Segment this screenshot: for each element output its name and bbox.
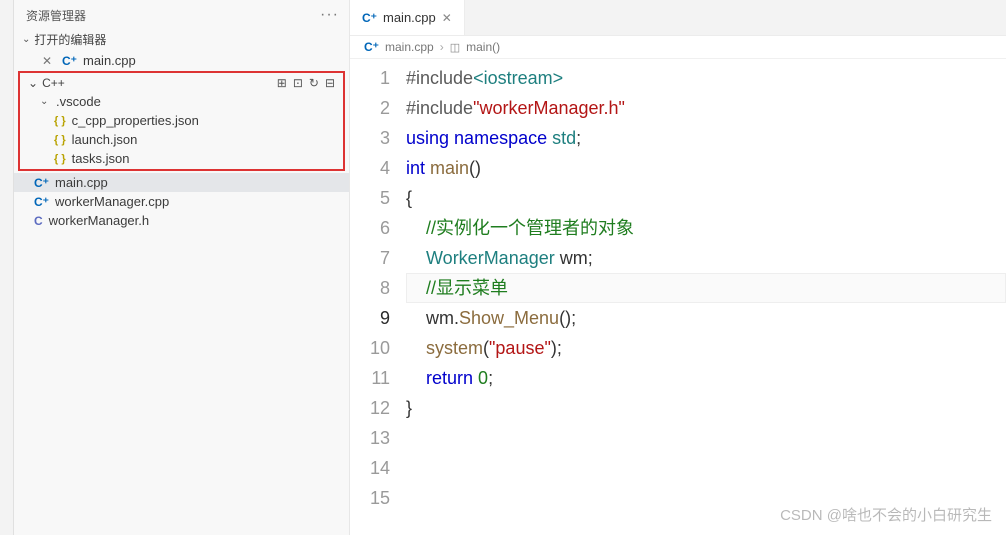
file-label: workerManager.h (49, 213, 149, 228)
tree-item[interactable]: { } c_cpp_properties.json (20, 111, 343, 130)
line-number: 5 (350, 183, 390, 213)
tab-main-cpp[interactable]: C⁺ main.cpp ✕ (350, 0, 465, 35)
cpp-icon: C⁺ (364, 40, 379, 54)
explorer-toolbar: ⊞ ⊡ ↻ ⊟ (277, 76, 335, 90)
json-icon: { } (54, 134, 66, 146)
line-number: 2 (350, 93, 390, 123)
sidebar-header: 资源管理器 ··· (14, 0, 349, 28)
line-gutter: 123456789101112131415 (350, 63, 406, 513)
activity-bar[interactable] (0, 0, 14, 535)
more-icon[interactable]: ··· (320, 6, 339, 24)
tree-item[interactable]: C⁺ workerManager.cpp (14, 192, 349, 211)
code-line[interactable]: //实例化一个管理者的对象 (406, 213, 1006, 243)
code-line[interactable]: //显示菜单 (406, 273, 1006, 303)
cpp-icon: C⁺ (62, 54, 77, 68)
open-editors-label: 打开的编辑器 (34, 31, 106, 48)
code-line[interactable]: } (406, 393, 1006, 423)
line-number: 14 (350, 453, 390, 483)
line-number: 13 (350, 423, 390, 453)
json-icon: { } (54, 153, 66, 165)
chevron-right-icon: › (440, 40, 444, 54)
tree-item[interactable]: { } launch.json (20, 130, 343, 149)
file-label: launch.json (72, 132, 138, 147)
file-label: main.cpp (83, 53, 136, 68)
collapse-icon[interactable]: ⊟ (325, 76, 335, 90)
code-line[interactable]: int main() (406, 153, 1006, 183)
breadcrumb[interactable]: C⁺ main.cpp › ◫ main() (350, 36, 1006, 59)
tab-bar: C⁺ main.cpp ✕ (350, 0, 1006, 36)
json-icon: { } (54, 115, 66, 127)
code-line[interactable]: system("pause"); (406, 333, 1006, 363)
project-name: C++ (42, 76, 65, 90)
file-label: c_cpp_properties.json (72, 113, 199, 128)
line-number: 7 (350, 243, 390, 273)
code-line[interactable]: #include<iostream> (406, 63, 1006, 93)
cpp-icon: C⁺ (34, 195, 49, 209)
cpp-icon: C⁺ (362, 11, 377, 25)
line-number: 3 (350, 123, 390, 153)
line-number: 12 (350, 393, 390, 423)
breadcrumb-file: main.cpp (385, 40, 434, 54)
refresh-icon[interactable]: ↻ (309, 76, 319, 90)
line-number: 8 (350, 273, 390, 303)
tree-item[interactable]: { } tasks.json (20, 149, 343, 168)
code-line[interactable]: { (406, 183, 1006, 213)
sidebar-title: 资源管理器 (26, 7, 86, 24)
code-content[interactable]: #include<iostream>#include"workerManager… (406, 63, 1006, 513)
project-header[interactable]: ⌄ C++ ⊞ ⊡ ↻ ⊟ (20, 74, 343, 92)
line-number: 6 (350, 213, 390, 243)
new-folder-icon[interactable]: ⊡ (293, 76, 303, 90)
highlight-box: ⌄ C++ ⊞ ⊡ ↻ ⊟ ⌄ .vscode { } c_cpp_propert… (18, 71, 345, 171)
code-line[interactable]: #include"workerManager.h" (406, 93, 1006, 123)
open-editor-item[interactable]: ✕ C⁺ main.cpp (14, 51, 349, 70)
line-number: 11 (350, 363, 390, 393)
tree-item[interactable]: C⁺ main.cpp (14, 173, 349, 192)
c-icon: C (34, 214, 43, 228)
line-number: 15 (350, 483, 390, 513)
root-files: C⁺ main.cpp C⁺ workerManager.cpp CworkerMana… (14, 173, 349, 230)
editor-area: C⁺ main.cpp ✕ C⁺ main.cpp › ◫ main() 123… (350, 0, 1006, 535)
code-editor[interactable]: 123456789101112131415 #include<iostream>… (350, 59, 1006, 513)
watermark: CSDN @啥也不会的小白研究生 (780, 504, 992, 525)
close-icon[interactable]: ✕ (442, 11, 452, 25)
cpp-icon: C⁺ (34, 176, 49, 190)
code-line[interactable]: using namespace std; (406, 123, 1006, 153)
open-editors-header[interactable]: ⌄ 打开的编辑器 (14, 28, 349, 51)
new-file-icon[interactable]: ⊞ (277, 76, 287, 90)
sidebar: 资源管理器 ··· ⌄ 打开的编辑器 ✕ C⁺ main.cpp ⌄ C++ ⊞ ⊡… (14, 0, 350, 535)
close-icon[interactable]: ✕ (42, 54, 56, 68)
file-label: main.cpp (55, 175, 108, 190)
code-line[interactable]: wm.Show_Menu(); (406, 303, 1006, 333)
chevron-down-icon: ⌄ (40, 96, 50, 107)
tab-label: main.cpp (383, 10, 436, 25)
file-label: workerManager.cpp (55, 194, 169, 209)
open-editors-list: ✕ C⁺ main.cpp (14, 51, 349, 70)
code-line[interactable]: return 0; (406, 363, 1006, 393)
code-line[interactable]: WorkerManager wm; (406, 243, 1006, 273)
line-number: 9 (350, 303, 390, 333)
folder-label: .vscode (56, 94, 101, 109)
chevron-down-icon: ⌄ (28, 76, 38, 90)
chevron-down-icon: ⌄ (22, 34, 30, 45)
symbol-icon: ◫ (450, 41, 460, 54)
folder-files: { }c_cpp_properties.json{ }launch.json{ … (20, 111, 343, 168)
breadcrumb-symbol: main() (466, 40, 500, 54)
line-number: 10 (350, 333, 390, 363)
line-number: 4 (350, 153, 390, 183)
file-label: tasks.json (72, 151, 130, 166)
folder-vscode[interactable]: ⌄ .vscode (20, 92, 343, 111)
tree-item[interactable]: CworkerManager.h (14, 211, 349, 230)
line-number: 1 (350, 63, 390, 93)
